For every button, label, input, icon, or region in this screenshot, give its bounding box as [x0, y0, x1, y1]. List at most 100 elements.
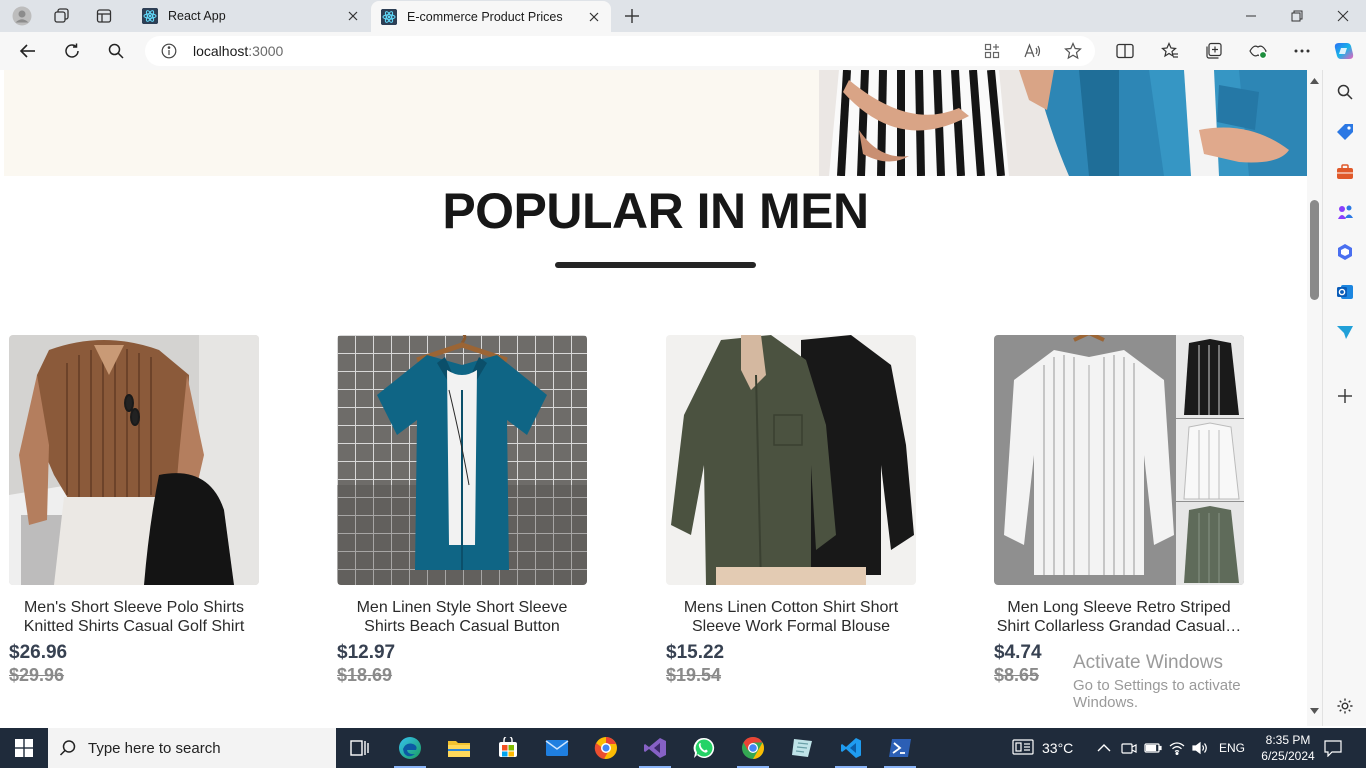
collections-icon[interactable]	[1201, 39, 1227, 63]
weather-widget[interactable]: 33°C	[1012, 728, 1073, 768]
sidebar-settings-gear-icon[interactable]	[1333, 694, 1357, 718]
hero-image	[819, 70, 1307, 176]
url-port: :3000	[248, 43, 284, 59]
app-available-icon[interactable]	[981, 41, 1003, 61]
whatsapp-icon[interactable]	[680, 728, 728, 768]
scroll-up-arrow-icon[interactable]	[1310, 78, 1319, 86]
battery-icon[interactable]	[1144, 728, 1162, 768]
site-info-icon[interactable]	[161, 43, 177, 59]
tab-title: E-commerce Product Prices	[407, 9, 563, 24]
taskbar-search-placeholder: Type here to search	[88, 739, 221, 757]
split-screen-icon[interactable]	[1112, 39, 1138, 63]
microsoft-store-icon[interactable]	[484, 728, 532, 768]
workspaces-icon[interactable]	[49, 4, 75, 28]
read-aloud-icon[interactable]	[1022, 41, 1044, 61]
favorites-icon[interactable]	[1157, 39, 1183, 63]
watermark-title: Activate Windows	[1073, 652, 1223, 673]
hero-banner	[4, 70, 1307, 176]
powershell-icon[interactable]	[876, 728, 924, 768]
show-hidden-icons-chevron-icon[interactable]	[1097, 728, 1111, 768]
task-view-icon[interactable]	[336, 728, 384, 768]
product-name[interactable]: Mens Linen Cotton Shirt Short Sleeve Wor…	[666, 598, 916, 636]
outlook-icon[interactable]	[1333, 280, 1357, 304]
copilot-icon[interactable]	[1331, 39, 1357, 63]
activation-watermark: Activate Windows Go to Settings to activ…	[1073, 652, 1307, 711]
favorite-star-icon[interactable]	[1062, 41, 1084, 61]
title-underline	[555, 262, 756, 268]
mail-icon[interactable]	[533, 728, 581, 768]
chrome-icon[interactable]	[729, 728, 777, 768]
shopping-tag-icon[interactable]	[1333, 120, 1357, 144]
clock-date: 6/25/2024	[1261, 749, 1315, 763]
tab-ecommerce[interactable]: E-commerce Product Prices	[371, 1, 611, 32]
page-viewport: POPULAR IN MEN Men's Short Sleeve Polo S…	[4, 70, 1307, 726]
tab-react-app[interactable]: React App	[132, 0, 370, 32]
scroll-down-arrow-icon[interactable]	[1310, 708, 1319, 716]
product-name[interactable]: Men Long Sleeve Retro Striped Shirt Coll…	[994, 598, 1244, 636]
browser-toolbar: localhost:3000	[0, 32, 1366, 70]
new-tab-plus-icon[interactable]	[620, 5, 644, 27]
watermark-subtitle: Go to Settings to activate Windows.	[1073, 677, 1241, 711]
sidebar-search-icon[interactable]	[1333, 80, 1357, 104]
more-menu-icon[interactable]	[1289, 39, 1315, 63]
clock-time: 8:35 PM	[1265, 733, 1311, 747]
system-clock[interactable]: 8:35 PM 6/25/2024	[1258, 732, 1318, 764]
meet-now-icon[interactable]	[1121, 728, 1137, 768]
weather-temperature: 33°C	[1042, 740, 1074, 756]
back-arrow-icon[interactable]	[15, 39, 41, 63]
react-icon	[142, 8, 158, 24]
product-image[interactable]	[666, 335, 916, 585]
sticky-notes-icon[interactable]	[778, 728, 826, 768]
search-icon	[48, 739, 88, 757]
restore-icon[interactable]	[1274, 0, 1320, 32]
url-host: localhost	[193, 43, 249, 59]
address-bar[interactable]: localhost:3000	[145, 36, 1095, 66]
notifications-icon[interactable]	[1324, 728, 1342, 768]
scrollbar-thumb[interactable]	[1310, 200, 1319, 300]
product-name[interactable]: Men Linen Style Short Sleeve Shirts Beac…	[337, 598, 587, 636]
games-icon[interactable]	[1333, 200, 1357, 224]
minimize-icon[interactable]	[1228, 0, 1274, 32]
close-icon[interactable]	[346, 9, 360, 23]
tab-strip: React App E-commerce Product Prices	[0, 0, 1366, 32]
refresh-icon[interactable]	[59, 39, 85, 63]
product-name[interactable]: Men's Short Sleeve Polo Shirts Knitted S…	[9, 598, 259, 636]
send-icon[interactable]	[1333, 320, 1357, 344]
product-card[interactable]: Men's Short Sleeve Polo Shirts Knitted S…	[9, 335, 259, 686]
close-window-icon[interactable]	[1320, 0, 1366, 32]
product-card[interactable]: Mens Linen Cotton Shirt Short Sleeve Wor…	[666, 335, 916, 686]
wifi-icon[interactable]	[1169, 728, 1185, 768]
product-image[interactable]	[9, 335, 259, 585]
browser-essentials-icon[interactable]	[1245, 39, 1271, 63]
visual-studio-icon[interactable]	[631, 728, 679, 768]
product-image[interactable]	[994, 335, 1244, 585]
product-card[interactable]: Men Linen Style Short Sleeve Shirts Beac…	[337, 335, 587, 686]
edge-sidebar	[1322, 70, 1366, 726]
tab-actions-icon[interactable]	[91, 4, 117, 28]
edge-taskbar-icon[interactable]	[386, 728, 434, 768]
product-old-price: $19.54	[666, 665, 722, 685]
windows-taskbar: Type here to search 33°C ENG 8:35 PM 6/2…	[0, 728, 1366, 768]
taskbar-search-box[interactable]: Type here to search	[48, 728, 336, 768]
product-new-price: $15.22	[666, 642, 725, 663]
product-new-price: $26.96	[9, 642, 68, 663]
product-old-price: $29.96	[9, 665, 65, 685]
url-text[interactable]: localhost:3000	[193, 43, 283, 59]
product-card[interactable]: Men Long Sleeve Retro Striped Shirt Coll…	[994, 335, 1244, 686]
search-icon[interactable]	[103, 39, 129, 63]
page-scrollbar[interactable]	[1307, 70, 1322, 726]
volume-icon[interactable]	[1192, 728, 1208, 768]
add-sidebar-app-icon[interactable]	[1333, 384, 1357, 408]
profile-icon[interactable]	[9, 4, 35, 28]
weather-display-icon	[1012, 738, 1034, 758]
microsoft-365-icon[interactable]	[1333, 240, 1357, 264]
tools-briefcase-icon[interactable]	[1333, 160, 1357, 184]
close-icon[interactable]	[587, 10, 601, 24]
language-indicator[interactable]: ENG	[1219, 728, 1245, 768]
file-explorer-icon[interactable]	[435, 728, 483, 768]
section-title: POPULAR IN MEN	[442, 183, 869, 239]
vscode-icon[interactable]	[827, 728, 875, 768]
product-image[interactable]	[337, 335, 587, 585]
windows-start-icon[interactable]	[0, 728, 48, 768]
chrome-alt-icon[interactable]	[582, 728, 630, 768]
